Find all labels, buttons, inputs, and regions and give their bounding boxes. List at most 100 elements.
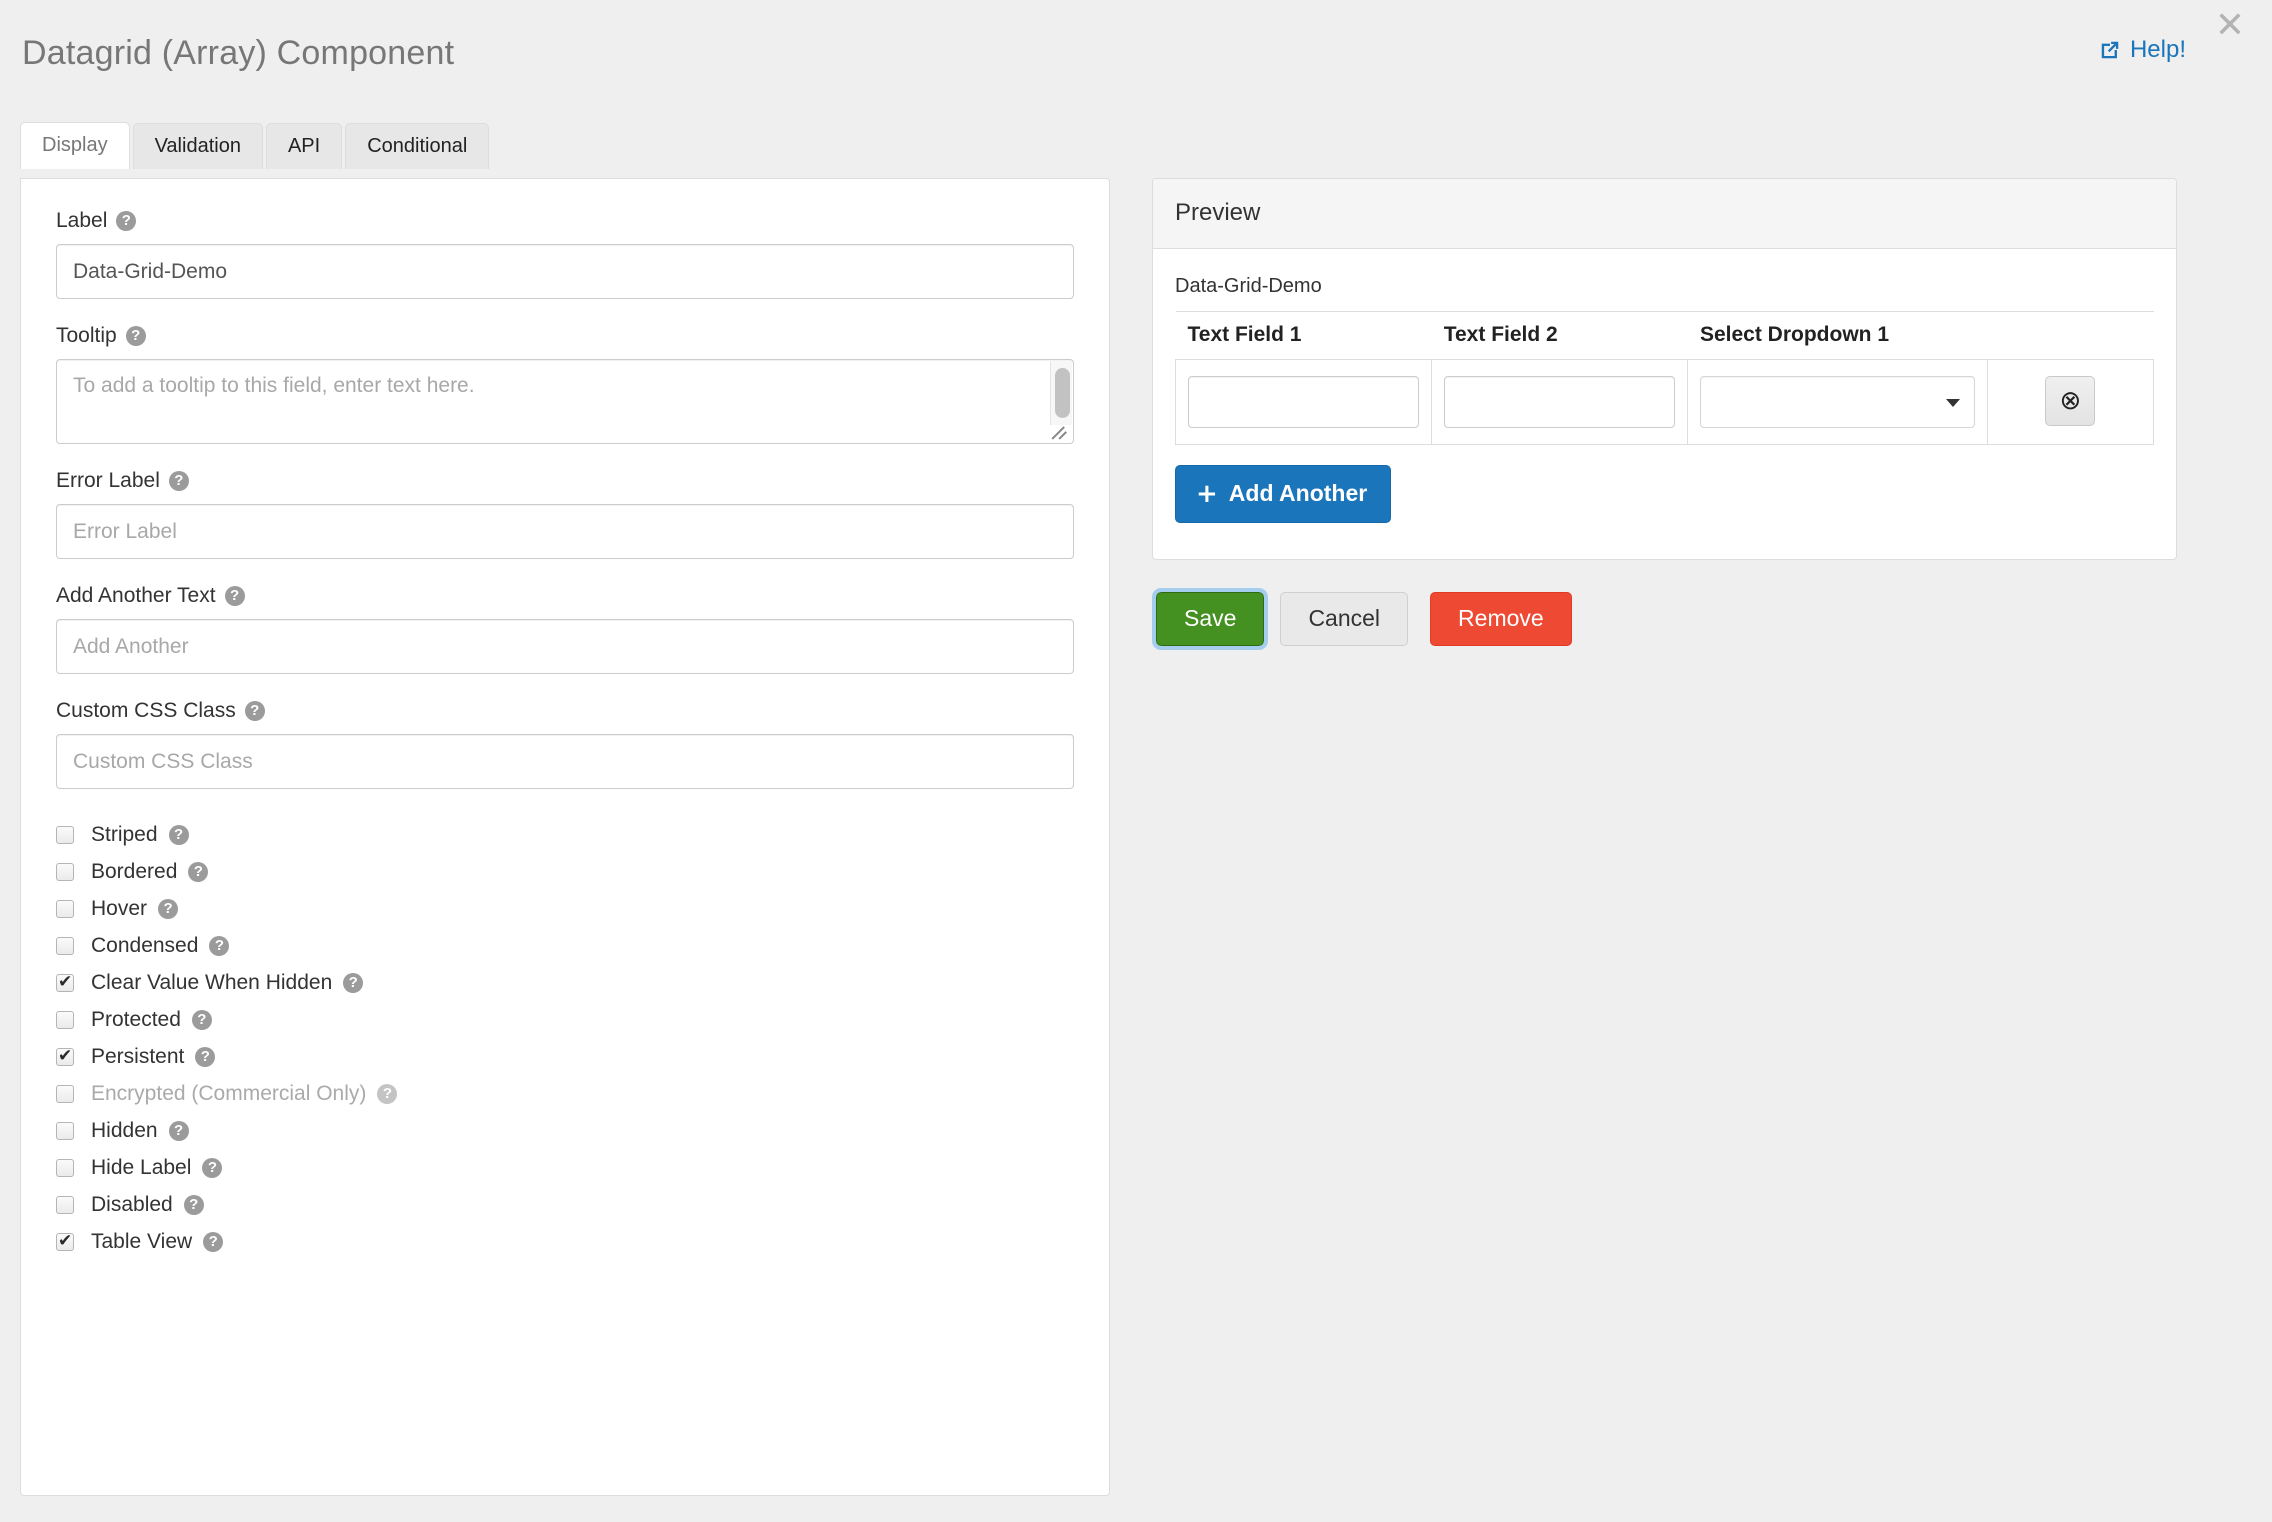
modal-header: Datagrid (Array) Component Help! ✕ xyxy=(0,0,2272,118)
checkbox-row-clear-value-when-hidden[interactable]: Clear Value When Hidden ? xyxy=(56,971,1074,995)
question-circle-icon[interactable]: ? xyxy=(343,973,364,993)
datagrid-text-field-2-input[interactable] xyxy=(1444,376,1676,428)
datagrid-text-field-1-input[interactable] xyxy=(1188,376,1420,428)
question-circle-icon[interactable]: ? xyxy=(188,862,209,882)
checkbox-row-hover[interactable]: Hover ? xyxy=(56,897,1074,921)
question-circle-icon[interactable]: ? xyxy=(195,1047,216,1067)
question-circle-icon[interactable]: ? xyxy=(203,1232,224,1252)
field-label-text: Add Another Text xyxy=(56,584,216,607)
cell-text-field-2 xyxy=(1431,359,1689,445)
question-circle-icon[interactable]: ? xyxy=(168,825,189,845)
help-link-label: Help! xyxy=(2129,36,2186,63)
tab-validation[interactable]: Validation xyxy=(132,123,263,169)
checkbox-label: Hide Label xyxy=(91,1156,192,1179)
remove-circle-icon[interactable]: ⊗ xyxy=(2045,376,2096,426)
question-circle-icon[interactable]: ? xyxy=(209,936,230,956)
page-title: Datagrid (Array) Component xyxy=(22,34,455,72)
question-circle-icon[interactable]: ? xyxy=(116,211,137,231)
checkbox-protected[interactable] xyxy=(56,1011,74,1029)
checkbox-label: Hover xyxy=(91,897,148,920)
checkbox-row-persistent[interactable]: Persistent ? xyxy=(56,1045,1074,1069)
checkbox-striped[interactable] xyxy=(56,826,74,844)
checkbox-persistent[interactable] xyxy=(56,1045,74,1067)
display-settings-panel: Label ? Tooltip ? Error Label ? xyxy=(20,178,1110,1496)
checkbox-condensed[interactable] xyxy=(56,937,74,955)
tab-api[interactable]: API xyxy=(265,123,343,169)
scrollbar-thumb[interactable] xyxy=(1055,368,1070,418)
question-circle-icon[interactable]: ? xyxy=(158,899,179,919)
preview-panel: Preview Data-Grid-Demo Text Field 1 Text… xyxy=(1152,178,2177,560)
checkbox-row-hide-label[interactable]: Hide Label ? xyxy=(56,1156,1074,1180)
add-another-label: Add Another xyxy=(1228,480,1368,506)
close-icon[interactable]: ✕ xyxy=(2210,6,2250,46)
checkbox-disabled[interactable] xyxy=(56,1196,74,1214)
checkbox-row-encrypted: Encrypted (Commercial Only) ? xyxy=(56,1082,1074,1106)
remove-button[interactable]: Remove xyxy=(1430,592,1572,647)
checkbox-hover[interactable] xyxy=(56,900,74,918)
checkbox-bordered[interactable] xyxy=(56,863,74,881)
cancel-button[interactable]: Cancel xyxy=(1280,592,1409,647)
external-link-icon xyxy=(2099,39,2121,61)
checkbox-row-table-view[interactable]: Table View ? xyxy=(56,1230,1074,1254)
question-circle-icon[interactable]: ? xyxy=(125,326,146,346)
label-field-label: Label ? xyxy=(56,209,1074,233)
checkbox-hidden[interactable] xyxy=(56,1122,74,1140)
checkbox-label: Persistent xyxy=(91,1045,185,1068)
question-circle-icon[interactable]: ? xyxy=(377,1084,398,1104)
field-label-text: Label xyxy=(56,209,108,232)
custom-css-class-input[interactable] xyxy=(56,734,1074,789)
tooltip-textarea-wrap xyxy=(56,359,1074,444)
label-input[interactable] xyxy=(56,244,1074,299)
preview-column: Preview Data-Grid-Demo Text Field 1 Text… xyxy=(1151,178,2177,651)
checkbox-label: Clear Value When Hidden xyxy=(91,971,333,994)
question-circle-icon[interactable]: ? xyxy=(202,1158,223,1178)
field-group-label: Label ? xyxy=(56,209,1074,299)
checkbox-row-protected[interactable]: Protected ? xyxy=(56,1008,1074,1032)
field-label-text: Error Label xyxy=(56,469,160,492)
datagrid-select-dropdown-1[interactable] xyxy=(1700,376,1975,428)
checkbox-row-disabled[interactable]: Disabled ? xyxy=(56,1193,1074,1217)
plus-icon: + xyxy=(1196,478,1218,509)
checkbox-label: Disabled xyxy=(91,1193,173,1216)
question-circle-icon[interactable]: ? xyxy=(244,701,265,721)
cell-text-field-1 xyxy=(1174,359,1433,445)
question-circle-icon[interactable]: ? xyxy=(168,1121,189,1141)
checkbox-row-bordered[interactable]: Bordered ? xyxy=(56,860,1074,884)
checkbox-row-striped[interactable]: Striped ? xyxy=(56,823,1074,847)
checkbox-row-condensed[interactable]: Condensed ? xyxy=(56,934,1074,958)
help-link[interactable]: Help! xyxy=(2099,36,2186,64)
checkbox-table-view[interactable] xyxy=(56,1230,74,1252)
question-circle-icon[interactable]: ? xyxy=(191,1010,212,1030)
datagrid-label: Data-Grid-Demo xyxy=(1175,275,1322,297)
chevron-down-icon xyxy=(1945,399,1960,407)
tab-label: Conditional xyxy=(367,135,468,157)
cell-row-actions: ⊗ xyxy=(1986,359,2155,445)
add-another-text-input[interactable] xyxy=(56,619,1074,674)
add-another-text-field-label: Add Another Text ? xyxy=(56,584,1074,608)
column-header-text-field-2: Text Field 2 xyxy=(1431,311,1688,360)
datagrid-header-row: Text Field 1 Text Field 2 Select Dropdow… xyxy=(1175,311,2154,360)
custom-css-class-field-label: Custom CSS Class ? xyxy=(56,699,1074,723)
checkbox-hide-label[interactable] xyxy=(56,1159,74,1177)
question-circle-icon[interactable]: ? xyxy=(224,586,245,606)
checkbox-label: Striped xyxy=(91,823,158,846)
tab-display[interactable]: Display xyxy=(20,122,130,169)
field-group-custom-css-class: Custom CSS Class ? xyxy=(56,699,1074,789)
field-group-error-label: Error Label ? xyxy=(56,469,1074,559)
checkbox-label: Condensed xyxy=(91,934,199,957)
save-button[interactable]: Save xyxy=(1151,587,1269,651)
question-circle-icon[interactable]: ? xyxy=(168,471,189,491)
textarea-scrollbar[interactable] xyxy=(1050,361,1072,425)
question-circle-icon[interactable]: ? xyxy=(183,1195,204,1215)
column-header-select-dropdown-1: Select Dropdown 1 xyxy=(1687,311,1988,360)
checkbox-row-hidden[interactable]: Hidden ? xyxy=(56,1119,1074,1143)
add-another-button[interactable]: + Add Another xyxy=(1175,465,1392,523)
tab-bar: Display Validation API Conditional xyxy=(20,122,492,169)
checkbox-label: Hidden xyxy=(91,1119,158,1142)
checkbox-label: Table View xyxy=(91,1230,193,1253)
tooltip-input[interactable] xyxy=(56,359,1074,444)
tab-conditional[interactable]: Conditional xyxy=(345,123,490,169)
checkbox-clear-value-when-hidden[interactable] xyxy=(56,971,74,993)
textarea-resize-handle[interactable] xyxy=(1050,424,1072,442)
error-label-input[interactable] xyxy=(56,504,1074,559)
